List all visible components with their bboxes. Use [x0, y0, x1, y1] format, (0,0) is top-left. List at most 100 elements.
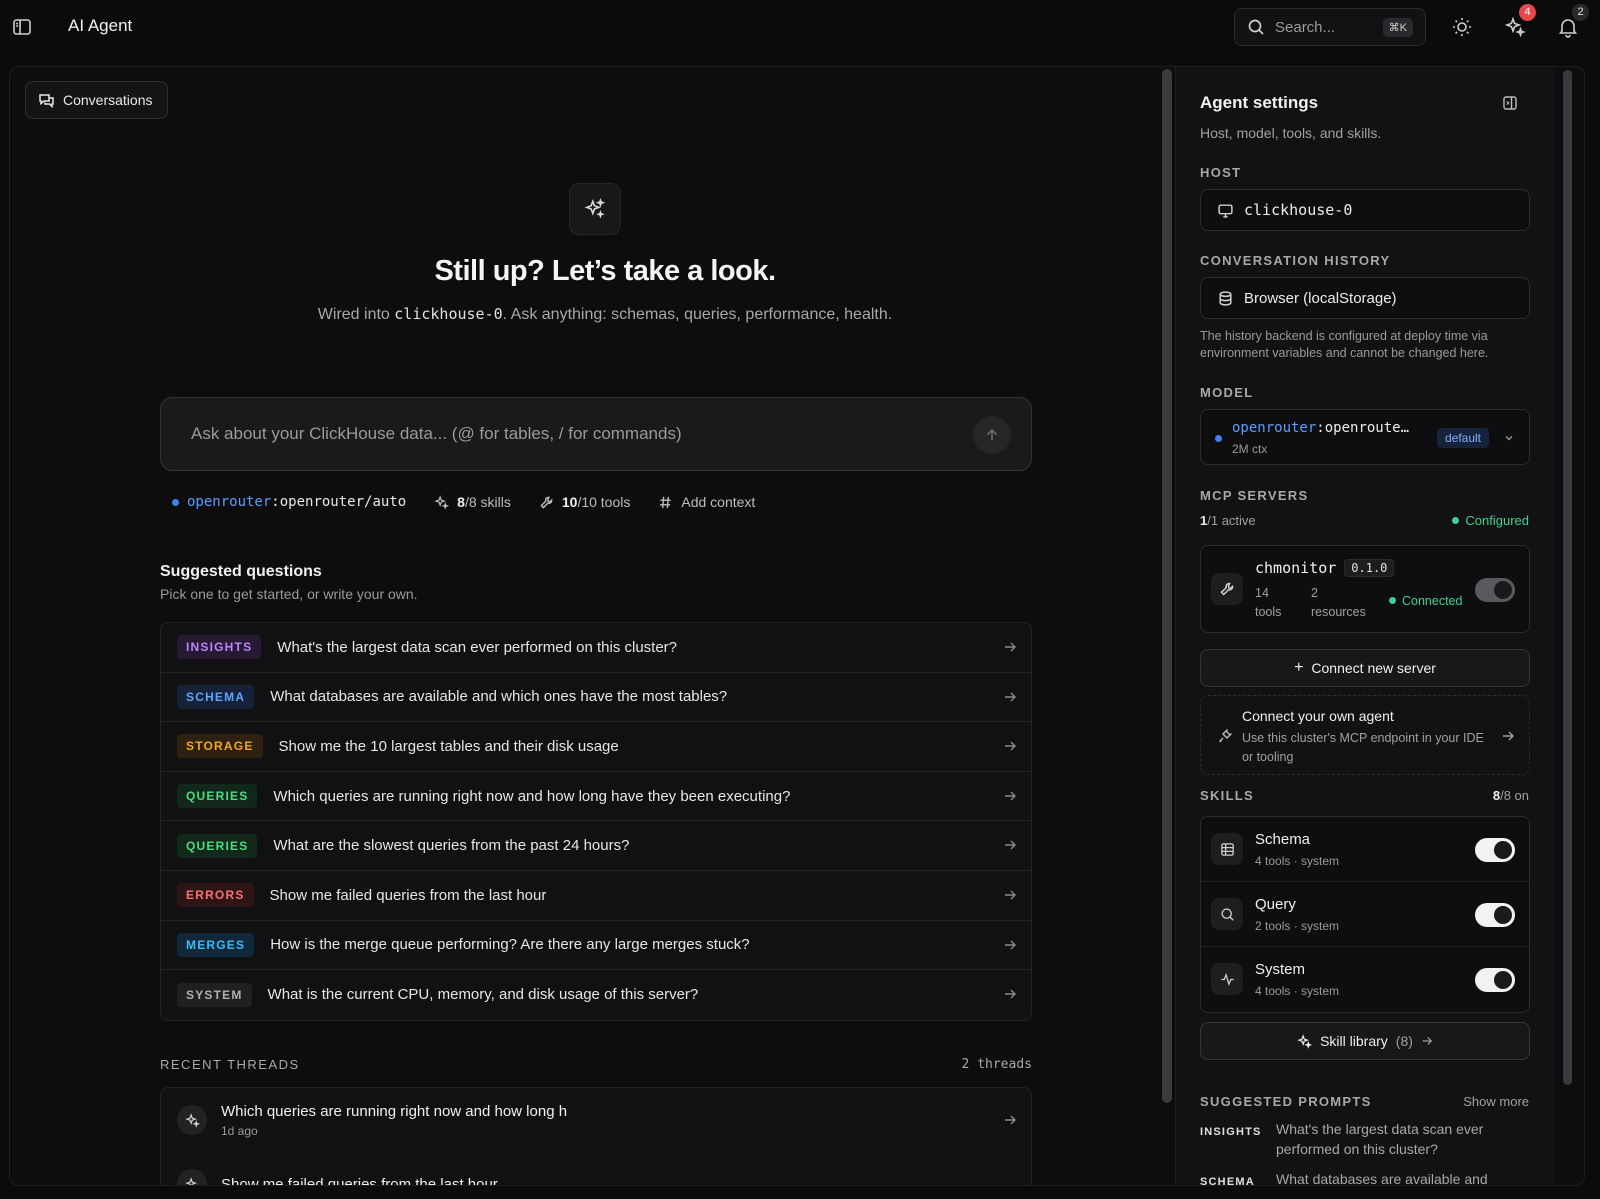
- host-label: HOST: [1200, 165, 1242, 180]
- question-text: Which queries are running right now and …: [273, 787, 791, 805]
- skill-meta: 4 tools · system: [1255, 854, 1340, 868]
- skills-on-count: 8: [1492, 788, 1501, 803]
- mcp-server-card[interactable]: chmonitor 0.1.0 14 tools 2 resources Conne…: [1200, 545, 1530, 633]
- thread-time: 1d ago: [221, 1123, 258, 1138]
- sparkle-icon: [177, 1169, 207, 1185]
- send-button[interactable]: [973, 416, 1011, 454]
- skill-item-schema[interactable]: Schema 4 tools · system: [1201, 817, 1529, 882]
- suggested-question-row[interactable]: SCHEMA What databases are available and w…: [161, 673, 1031, 723]
- suggested-title: Suggested questions: [160, 563, 322, 580]
- panel-subtitle: Host, model, tools, and skills.: [1200, 125, 1382, 141]
- collapse-panel-icon[interactable]: [1502, 95, 1518, 111]
- model-name: :openroute…: [1316, 420, 1410, 436]
- suggested-question-row[interactable]: SYSTEM What is the current CPU, memory, a…: [161, 970, 1031, 1020]
- status-dot: [1389, 597, 1396, 604]
- skill-toggle[interactable]: [1475, 968, 1515, 992]
- question-text: What is the current CPU, memory, and dis…: [267, 986, 699, 1004]
- default-badge: default: [1436, 428, 1489, 448]
- theme-toggle-icon[interactable]: [1451, 16, 1473, 38]
- model-select[interactable]: openrouter:openroute… 2M ctx default: [1200, 409, 1530, 465]
- toggle-knob: [1494, 971, 1512, 989]
- suggested-question-row[interactable]: QUERIES What are the slowest queries from…: [161, 821, 1031, 871]
- suggested-question-row[interactable]: QUERIES Which queries are running right n…: [161, 772, 1031, 822]
- skill-library-button[interactable]: Skill library (8): [1200, 1022, 1530, 1060]
- arrow-right-icon: [1005, 692, 1016, 702]
- model-dot: [1215, 435, 1222, 442]
- chevron-down-icon: [1505, 436, 1513, 441]
- main-scrollbar[interactable]: [1162, 69, 1172, 1103]
- category-tag: ERRORS: [177, 883, 254, 908]
- tools-selector[interactable]: 10/10 tools: [539, 494, 631, 510]
- suggested-prompt[interactable]: INSIGHTS What's the largest data scan ev…: [1200, 1119, 1530, 1159]
- sparkle-icon: [434, 494, 450, 510]
- show-more-link[interactable]: Show more: [1463, 1094, 1529, 1109]
- prompts-label: SUGGESTED PROMPTS: [1200, 1094, 1372, 1109]
- hero-sub-prefix: Wired into: [317, 306, 395, 323]
- server-status-text: Connected: [1402, 594, 1463, 608]
- server-toggle[interactable]: [1475, 578, 1515, 602]
- tools-rest: /10 tools: [577, 494, 631, 510]
- hash-icon: [658, 495, 673, 510]
- skills-on: 8/8 on: [1493, 788, 1529, 803]
- sparkle-icon: [177, 1105, 207, 1135]
- mcp-status: Configured: [1452, 513, 1529, 528]
- agent-settings-panel: Agent settings Host, model, tools, and s…: [1175, 67, 1555, 1185]
- arrow-right-icon: [1422, 1037, 1433, 1045]
- thread-item[interactable]: Show me failed queries from the last hou…: [161, 1152, 1031, 1185]
- suggested-question-row[interactable]: ERRORS Show me failed queries from the la…: [161, 871, 1031, 921]
- arrow-up-icon: [986, 428, 998, 440]
- activity-icon: [1211, 963, 1243, 995]
- suggested-question-row[interactable]: MERGES How is the merge queue performing?…: [161, 921, 1031, 971]
- skill-toggle[interactable]: [1475, 903, 1515, 927]
- suggested-question-row[interactable]: INSIGHTS What's the largest data scan eve…: [161, 623, 1031, 673]
- suggested-subtitle: Pick one to get started, or write your o…: [160, 586, 418, 602]
- skills-on-rest: /8 on: [1500, 788, 1529, 803]
- skills-count: 8: [457, 494, 465, 510]
- category-tag: STORAGE: [177, 734, 263, 759]
- panel-scrollbar[interactable]: [1563, 70, 1572, 1085]
- bell-icon[interactable]: 2: [1557, 4, 1589, 38]
- category-tag: SYSTEM: [177, 982, 252, 1007]
- skill-toggle[interactable]: [1475, 838, 1515, 862]
- sparkle-icon[interactable]: 4: [1504, 4, 1536, 38]
- model-status-dot: [172, 498, 179, 506]
- skill-item-system[interactable]: System 4 tools · system: [1201, 947, 1529, 1012]
- add-context-button[interactable]: Add context: [658, 494, 755, 510]
- mcp-active-rest: /1 active: [1207, 513, 1256, 528]
- chat-input[interactable]: [161, 398, 961, 470]
- recent-threads-list: Which queries are running right now and …: [160, 1087, 1032, 1185]
- connect-server-button[interactable]: + Connect new server: [1200, 649, 1530, 687]
- search-placeholder: Search...: [1275, 18, 1336, 36]
- history-field[interactable]: Browser (localStorage): [1200, 277, 1530, 319]
- server-tools: 14 tools: [1255, 584, 1281, 622]
- model-name: :openrouter/auto: [271, 494, 407, 510]
- history-label: CONVERSATION HISTORY: [1200, 253, 1391, 268]
- table-icon: [1211, 833, 1243, 865]
- conversations-label: Conversations: [63, 92, 153, 108]
- server-resources-label: resources: [1311, 605, 1366, 619]
- search-input[interactable]: Search... ⌘K: [1234, 8, 1426, 46]
- status-dot: [1452, 517, 1460, 524]
- conversations-button[interactable]: Conversations: [25, 81, 168, 119]
- sidebar-toggle-icon[interactable]: [12, 17, 32, 37]
- connect-server-label: Connect new server: [1311, 660, 1436, 676]
- connect-own-agent-card[interactable]: Connect your own agent Use this cluster'…: [1200, 695, 1530, 775]
- model-selector[interactable]: openrouter:openrouter/auto: [172, 494, 406, 510]
- thread-item[interactable]: Which queries are running right now and …: [161, 1088, 1031, 1152]
- suggested-prompt[interactable]: SCHEMA What databases are available and: [1200, 1169, 1530, 1185]
- suggested-questions-list: INSIGHTS What's the largest data scan eve…: [160, 622, 1032, 1021]
- category-tag: INSIGHTS: [177, 635, 262, 660]
- mcp-active: 1/1 active: [1200, 513, 1256, 528]
- database-icon: [1217, 290, 1234, 307]
- main-frame: Conversations Still up? Let’s take a loo…: [9, 66, 1585, 1186]
- server-version: 0.1.0: [1344, 559, 1395, 577]
- host-field[interactable]: clickhouse-0: [1200, 189, 1530, 231]
- app-title: AI Agent: [68, 16, 133, 35]
- recent-threads-count: 2 threads: [961, 1057, 1032, 1072]
- skill-item-query[interactable]: Query 2 tools · system: [1201, 882, 1529, 947]
- hero-subtitle: Wired into clickhouse-0. Ask anything: s…: [310, 301, 900, 328]
- composer-meta-row: openrouter:openrouter/auto 8/8 skills 10…: [172, 490, 783, 514]
- category-tag: SCHEMA: [177, 684, 255, 709]
- skills-selector[interactable]: 8/8 skills: [434, 494, 511, 510]
- suggested-question-row[interactable]: STORAGE Show me the 10 largest tables and…: [161, 722, 1031, 772]
